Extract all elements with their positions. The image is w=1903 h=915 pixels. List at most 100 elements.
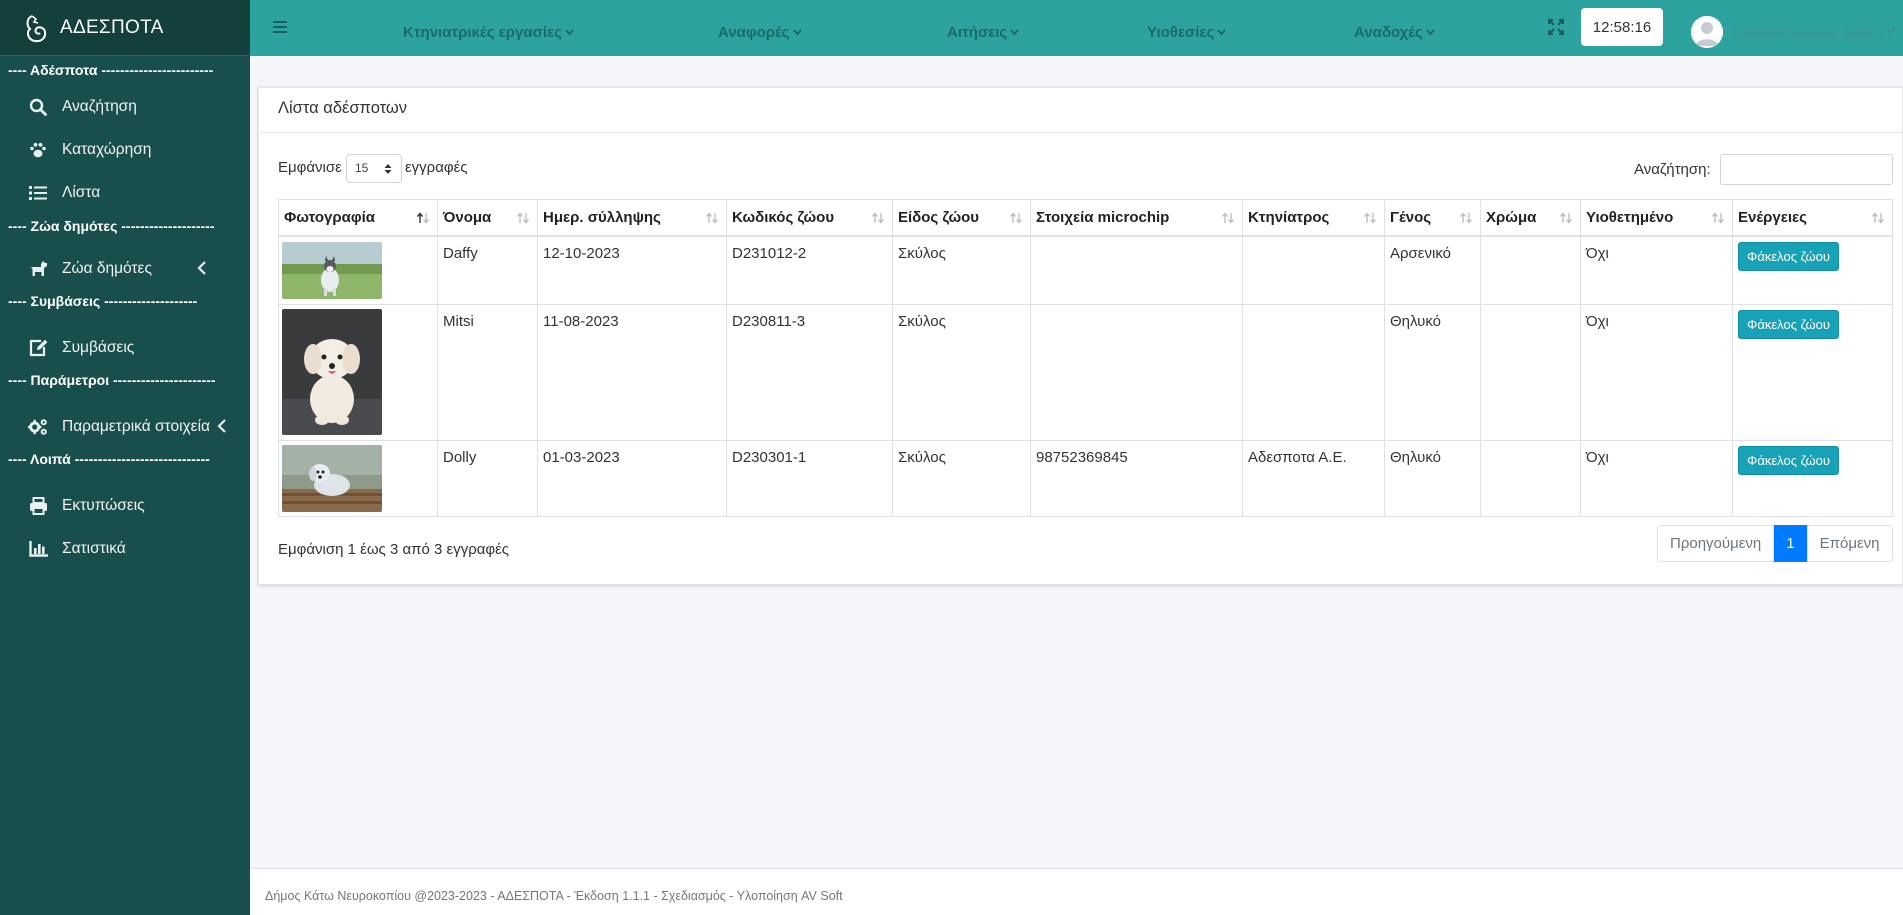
chevron-left-icon (217, 419, 226, 433)
menu-applications[interactable]: Αιτήσεις (947, 24, 1019, 41)
sort-icon (706, 212, 718, 224)
paw-icon (28, 140, 48, 160)
col-header-animal-code[interactable]: Κωδικός ζώου (726, 199, 893, 237)
user-name[interactable]: Ονοματεπώνυμο Χρήστη (1733, 24, 1883, 40)
search-input[interactable] (1720, 154, 1893, 185)
col-header-photo[interactable]: Φωτογραφία (278, 199, 438, 237)
sidebar-item-label: Εκτυπώσεις (62, 496, 145, 514)
list-icon (28, 183, 48, 203)
pagination: Προηγούμενη 1 Επόμενη (1657, 525, 1893, 562)
sidebar-item-parameters[interactable]: Παραμετρικά στοιχεία (0, 405, 250, 448)
menu-fostering[interactable]: Αναδοχές (1354, 24, 1435, 41)
table-row[interactable]: Mitsi 11-08-2023 D230811-3 Σκύλος Θηλυκό… (278, 303, 1893, 441)
sort-icon (1010, 212, 1022, 224)
sidebar-item-search[interactable]: Αναζήτηση (0, 85, 250, 128)
menu-reports[interactable]: Αναφορές (718, 24, 802, 41)
animal-folder-button[interactable]: Φάκελος ζώου (1738, 309, 1839, 339)
sidebar-item-label: Συμβάσεις (62, 338, 135, 356)
animal-photo-maltese[interactable] (282, 308, 382, 435)
animal-folder-button[interactable]: Φάκελος ζώου (1738, 241, 1839, 271)
col-header-adopted[interactable]: Υιοθετημένο (1580, 199, 1733, 237)
col-header-vet[interactable]: Κτηνίατρος (1242, 199, 1385, 237)
sidebar-item-register[interactable]: Καταχώρηση (0, 128, 250, 171)
menu-label: Υιοθεσίες (1147, 24, 1215, 41)
sidebar-section-header: ---- Παράμετροι ---------------------- (8, 372, 216, 388)
sort-icon (1560, 212, 1572, 224)
photo-cell (278, 439, 438, 517)
caret-down-icon (565, 29, 574, 36)
user-icon (1691, 16, 1723, 48)
table-row[interactable]: Daffy 12-10-2023 D231012-2 Σκύλος Αρσενι… (278, 235, 1893, 305)
print-icon (28, 496, 48, 516)
sidebar-item-label: Παραμετρικά στοιχεία (62, 417, 210, 435)
brand[interactable]: ΑΔΕΣΠΟΤΑ (0, 0, 250, 56)
cell-species: Σκύλος (892, 303, 1031, 441)
cell-capture-date: 11-08-2023 (537, 303, 727, 441)
sidebar-section-header: ---- Συμβάσεις -------------------- (8, 293, 198, 309)
sidebar-item-label: Λίστα (62, 183, 101, 201)
bar-chart-icon (28, 539, 48, 559)
cell-name: Daffy (437, 235, 538, 305)
animal-folder-button[interactable]: Φάκελος ζώου (1738, 445, 1839, 475)
animal-photo-husky[interactable] (282, 241, 382, 299)
card-title: Λίστα αδέσποτων (259, 88, 1902, 133)
cell-code: D230811-3 (726, 303, 893, 441)
cell-code: D231012-2 (726, 235, 893, 305)
cell-microchip (1030, 303, 1243, 441)
page-length-select[interactable]: 15 (346, 154, 402, 183)
chevron-left-icon (197, 261, 206, 275)
sidebar-item-citizen-animals[interactable]: Ζώα δημότες (0, 247, 250, 290)
user-avatar[interactable] (1691, 16, 1723, 48)
hamburger-menu-icon[interactable] (272, 19, 288, 35)
select-arrows-icon (384, 164, 392, 174)
cell-name: Dolly (437, 439, 538, 517)
footer: Δήμος Κάτω Νευροκοπίου @2023-2023 - ΑΔΕΣ… (250, 868, 1903, 915)
col-header-label: Γένος (1390, 208, 1432, 226)
animal-photo-puppy[interactable] (282, 444, 382, 512)
sidebar-item-list[interactable]: Λίστα (0, 171, 250, 214)
col-header-label: Στοιχεία microchip (1036, 208, 1170, 226)
col-header-microchip[interactable]: Στοιχεία microchip (1030, 199, 1243, 237)
sidebar-item-statistics[interactable]: Σατιστικά (0, 527, 250, 570)
cell-vet: Αδεσποτα Α.Ε. (1242, 439, 1385, 517)
animals-table: Φωτογραφία Όνομα Ημερ. σύλληψης Κωδικός … (278, 199, 1893, 517)
menu-label: Αναδοχές (1354, 24, 1423, 41)
sidebar-item-contracts[interactable]: Συμβάσεις (0, 326, 250, 369)
menu-label: Αναφορές (718, 24, 790, 41)
next-page-button[interactable]: Επόμενη (1806, 525, 1893, 562)
sidebar: ΑΔΕΣΠΟΤΑ ---- Αδέσποτα -----------------… (0, 0, 250, 915)
col-header-gender[interactable]: Γένος (1384, 199, 1481, 237)
search-label: Αναζήτηση: (1634, 161, 1711, 178)
sidebar-section-header: ---- Ζώα δημότες -------------------- (8, 218, 215, 234)
menu-vet-tasks[interactable]: Κτηνιατρικές εργασίες (403, 24, 574, 41)
cell-code: D230301-1 (726, 439, 893, 517)
col-header-label: Όνομα (443, 208, 492, 226)
cell-name: Mitsi (437, 303, 538, 441)
sort-icon (1712, 212, 1724, 224)
col-header-actions[interactable]: Ενέργειες (1732, 199, 1893, 237)
caret-down-icon[interactable] (1886, 28, 1896, 35)
col-header-color[interactable]: Χρώμα (1480, 199, 1581, 237)
col-header-species[interactable]: Είδος ζώου (892, 199, 1031, 237)
cell-gender: Θηλυκό (1384, 439, 1481, 517)
prev-page-button[interactable]: Προηγούμενη (1657, 525, 1775, 562)
sort-asc-icon (417, 212, 429, 224)
sidebar-section-header: ---- Λοιπά ----------------------------- (8, 451, 210, 467)
cell-gender: Θηλυκό (1384, 303, 1481, 441)
col-header-name[interactable]: Όνομα (437, 199, 538, 237)
caret-down-icon (1217, 29, 1227, 36)
cell-color (1480, 303, 1581, 441)
cell-vet (1242, 303, 1385, 441)
sidebar-item-prints[interactable]: Εκτυπώσεις (0, 484, 250, 527)
menu-adoptions[interactable]: Υιοθεσίες (1147, 24, 1227, 41)
page-1-button[interactable]: 1 (1774, 525, 1807, 562)
cell-microchip (1030, 235, 1243, 305)
sidebar-item-label: Ζώα δημότες (62, 259, 152, 277)
col-header-label: Ημερ. σύλληψης (543, 208, 661, 226)
table-row[interactable]: Dolly 01-03-2023 D230301-1 Σκύλος 987523… (278, 439, 1893, 517)
col-header-capture-date[interactable]: Ημερ. σύλληψης (537, 199, 727, 237)
fullscreen-icon[interactable] (1548, 19, 1564, 35)
sort-icon (517, 212, 529, 224)
sort-icon (1460, 212, 1472, 224)
menu-label: Αιτήσεις (947, 24, 1008, 41)
